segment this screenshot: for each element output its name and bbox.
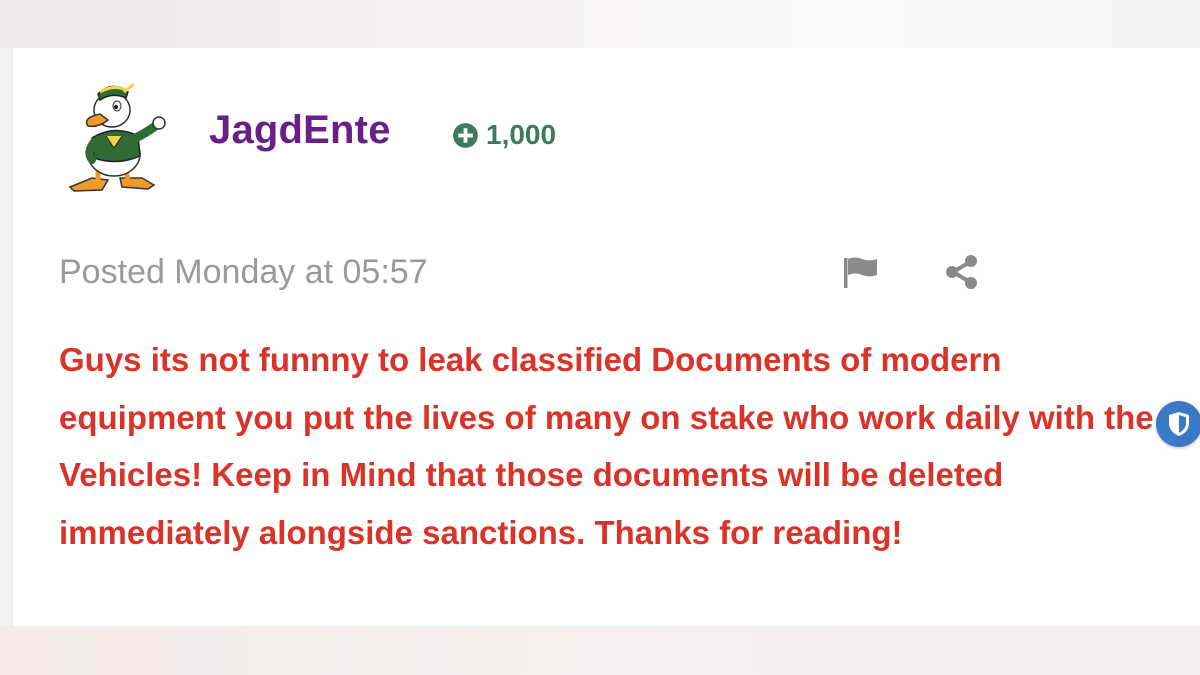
reputation-badge[interactable]: 1,000 [452, 117, 556, 153]
flag-icon [844, 257, 877, 288]
avatar[interactable] [62, 74, 172, 194]
report-button[interactable] [838, 252, 884, 292]
share-icon [946, 255, 977, 289]
share-button[interactable] [940, 252, 984, 292]
shield-icon [1169, 412, 1189, 436]
post-timestamp: Posted Monday at 05:57 [59, 253, 428, 291]
privacy-badge-button[interactable] [1156, 401, 1200, 447]
bottom-background-band [0, 626, 1200, 675]
reputation-value: 1,000 [486, 119, 557, 150]
top-background-band [0, 0, 1200, 48]
username[interactable]: JagdEnte [209, 108, 391, 153]
sailor-duck-avatar-icon [68, 82, 166, 192]
plus-circle-icon [453, 122, 478, 148]
post-body: Guys its not funnny to leak classified D… [59, 341, 1154, 551]
